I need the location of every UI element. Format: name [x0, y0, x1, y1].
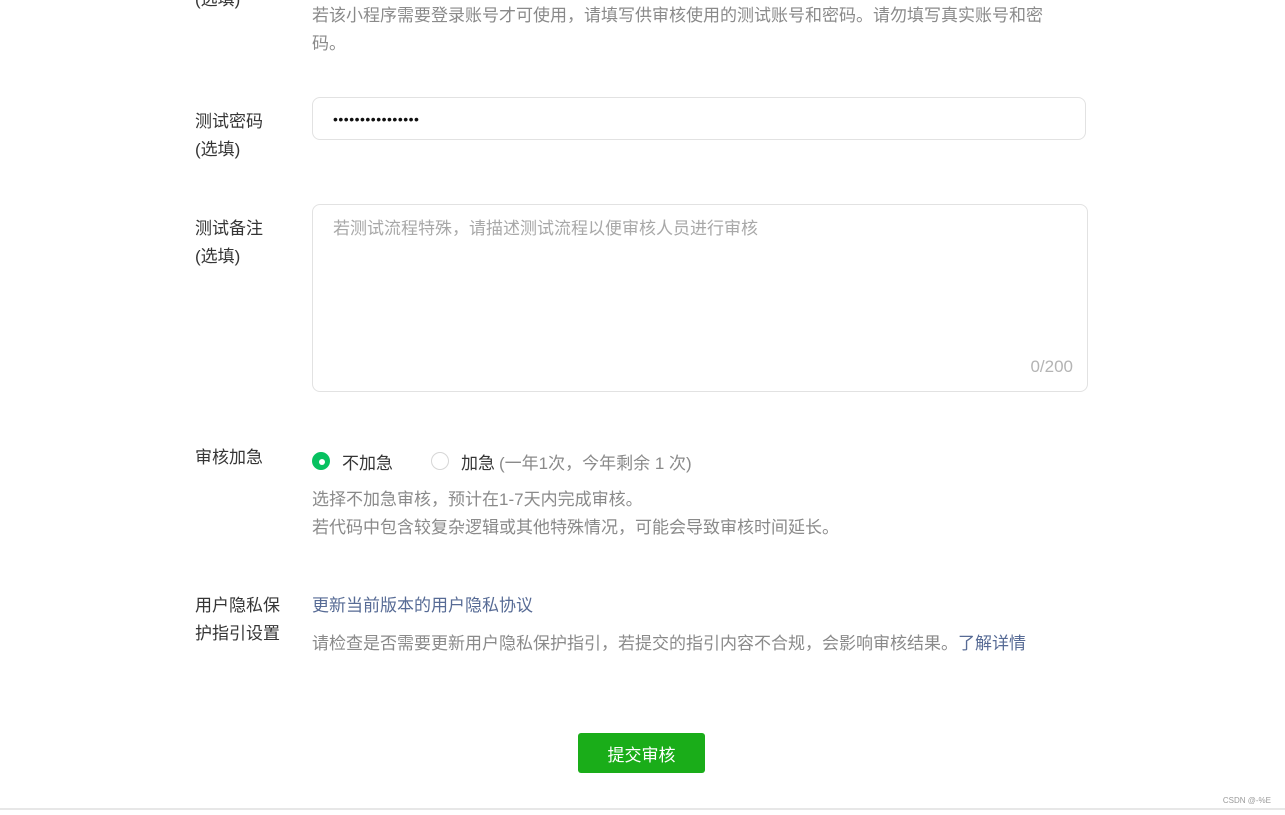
privacy-label-line2: 护指引设置	[195, 624, 280, 643]
urgent-desc-line1: 选择不加急审核，预计在1-7天内完成审核。	[312, 490, 643, 509]
test-password-input[interactable]: ••••••••••••••••	[312, 97, 1086, 140]
urgent-review-label: 审核加急	[195, 448, 263, 467]
learn-more-link[interactable]: 了解详情	[958, 634, 1026, 653]
test-notes-label: 测试备注 (选填)	[195, 215, 295, 271]
test-password-label-line1: 测试密码	[195, 112, 263, 131]
update-privacy-link[interactable]: 更新当前版本的用户隐私协议	[312, 592, 533, 620]
test-notes-textarea[interactable]: 若测试流程特殊，请描述测试流程以便审核人员进行审核 0/200	[312, 204, 1088, 392]
radio-checked-icon	[312, 452, 330, 470]
bottom-divider	[0, 808, 1285, 810]
radio-urgent[interactable]: 加急 (一年1次，今年剩余 1 次)	[431, 449, 692, 474]
radio-urgent-label: 加急	[461, 453, 495, 473]
urgent-desc-line2: 若代码中包含较复杂逻辑或其他特殊情况，可能会导致审核时间延长。	[312, 518, 839, 537]
privacy-tip: 请检查是否需要更新用户隐私保护指引，若提交的指引内容不合规，会影响审核结果。了解…	[312, 630, 1026, 658]
privacy-guide-label: 用户隐私保 护指引设置	[195, 592, 295, 648]
privacy-label-line1: 用户隐私保	[195, 596, 280, 615]
test-account-tip: 若该小程序需要登录账号才可使用，请填写供审核使用的测试账号和密码。请勿填写真实账…	[312, 6, 1043, 53]
radio-not-urgent[interactable]: 不加急	[312, 449, 393, 474]
privacy-tip-text: 请检查是否需要更新用户隐私保护指引，若提交的指引内容不合规，会影响审核结果。	[312, 634, 958, 653]
char-counter: 0/200	[1030, 357, 1073, 376]
test-password-label-line2: (选填)	[195, 140, 241, 159]
test-account-label: (选填)	[195, 0, 240, 14]
test-password-label: 测试密码 (选填)	[195, 108, 295, 164]
test-notes-label-line2: (选填)	[195, 247, 241, 266]
radio-unchecked-icon	[431, 452, 449, 470]
urgent-radio-group: 不加急 加急 (一年1次，今年剩余 1 次)	[312, 446, 692, 476]
submit-review-button[interactable]: 提交审核	[578, 733, 705, 773]
test-notes-label-line1: 测试备注	[195, 219, 263, 238]
test-notes-placeholder: 若测试流程特殊，请描述测试流程以便审核人员进行审核	[333, 219, 758, 238]
radio-not-urgent-label: 不加急	[342, 453, 393, 473]
watermark: CSDN @-%E	[1222, 796, 1271, 805]
review-submit-page: (选填) 若该小程序需要登录账号才可使用，请填写供审核使用的测试账号和密码。请勿…	[0, 0, 1285, 815]
radio-urgent-note: (一年1次，今年剩余 1 次)	[499, 453, 692, 473]
urgent-description: 选择不加急审核，预计在1-7天内完成审核。 若代码中包含较复杂逻辑或其他特殊情况…	[312, 486, 839, 542]
password-value: ••••••••••••••••	[333, 110, 420, 127]
